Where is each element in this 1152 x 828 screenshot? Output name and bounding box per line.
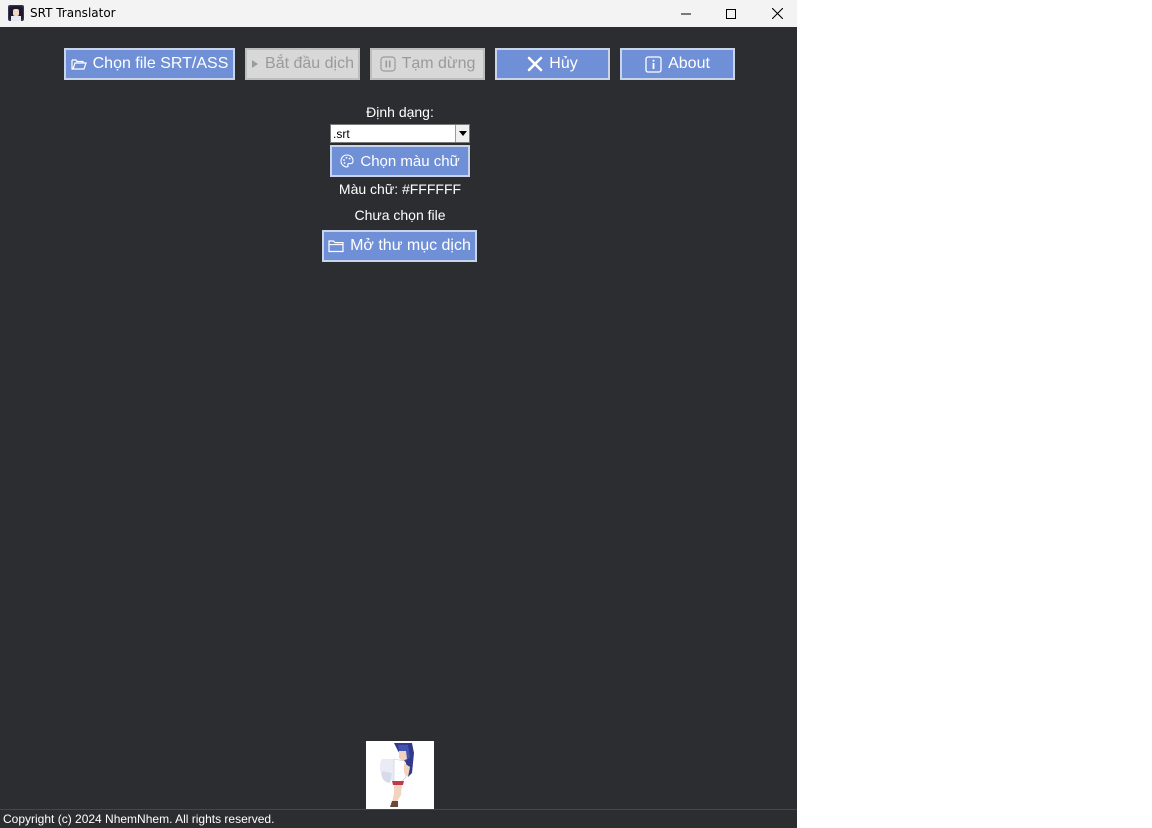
pause-label: Tạm dừng bbox=[401, 55, 476, 72]
minimize-button[interactable] bbox=[663, 0, 709, 27]
character-image bbox=[366, 741, 434, 809]
choose-file-label: Chọn file SRT/ASS bbox=[92, 55, 229, 72]
open-output-folder-label: Mở thư mục dịch bbox=[350, 237, 471, 254]
about-label: About bbox=[668, 55, 710, 72]
folder-icon bbox=[328, 240, 344, 253]
app-window: SRT Translator Chọn file SRT/ASS Bắt đầu… bbox=[0, 0, 797, 828]
choose-color-button[interactable]: Chọn màu chữ bbox=[330, 145, 470, 177]
start-translate-label: Bắt đầu dịch bbox=[265, 55, 354, 72]
open-output-folder-button[interactable]: Mở thư mục dịch bbox=[322, 230, 477, 262]
start-translate-button[interactable]: Bắt đầu dịch bbox=[245, 48, 360, 80]
file-status-label: Chưa chọn file bbox=[354, 207, 446, 223]
text-color-status: Màu chữ: #FFFFFF bbox=[338, 181, 462, 197]
info-icon bbox=[645, 55, 662, 73]
format-selected-value: .srt bbox=[333, 127, 350, 141]
play-icon bbox=[252, 60, 259, 68]
close-icon bbox=[771, 8, 783, 19]
maximize-button[interactable] bbox=[708, 0, 754, 27]
cancel-label: Hủy bbox=[549, 55, 578, 72]
choose-color-label: Chọn màu chữ bbox=[360, 152, 460, 170]
maximize-icon bbox=[726, 8, 736, 19]
pause-icon bbox=[379, 56, 396, 72]
window-title: SRT Translator bbox=[30, 6, 116, 20]
format-label: Định dạng: bbox=[366, 104, 434, 120]
x-icon bbox=[527, 56, 543, 72]
close-window-button[interactable] bbox=[754, 0, 800, 27]
about-button[interactable]: About bbox=[620, 48, 735, 80]
minimize-icon bbox=[681, 13, 691, 14]
palette-icon bbox=[340, 154, 354, 168]
choose-file-button[interactable]: Chọn file SRT/ASS bbox=[64, 48, 235, 80]
pause-button[interactable]: Tạm dừng bbox=[370, 48, 485, 80]
cancel-button[interactable]: Hủy bbox=[495, 48, 610, 80]
copyright-text: Copyright (c) 2024 NhemNhem. All rights … bbox=[3, 812, 275, 826]
format-select[interactable]: .srt bbox=[330, 124, 470, 143]
app-icon bbox=[8, 5, 24, 21]
status-bar: Copyright (c) 2024 NhemNhem. All rights … bbox=[0, 809, 797, 828]
title-bar: SRT Translator bbox=[0, 0, 797, 27]
folder-open-icon bbox=[71, 59, 87, 70]
dropdown-arrow-icon[interactable] bbox=[455, 125, 469, 142]
